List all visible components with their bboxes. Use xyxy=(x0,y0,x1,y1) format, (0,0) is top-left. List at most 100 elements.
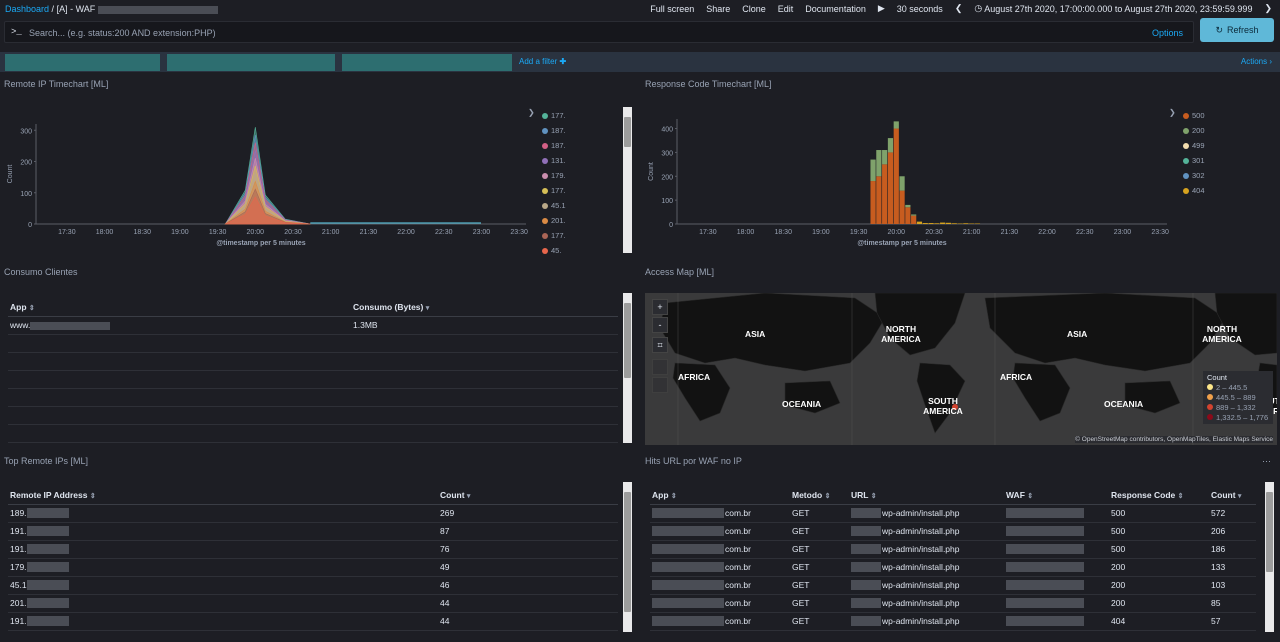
table-row: 179. 49 xyxy=(8,558,618,577)
legend-label: 201. xyxy=(551,216,566,225)
add-filter-button[interactable]: Add a filter ✚ xyxy=(519,57,566,66)
actions-menu[interactable]: Actions › xyxy=(1241,57,1272,66)
top-ips-scrollbar[interactable] xyxy=(623,482,632,632)
table-cell: 500 xyxy=(1109,540,1209,559)
consumo-panel-title: Consumo Clientes xyxy=(4,267,78,277)
table-cell: 269 xyxy=(438,504,618,523)
table-cell xyxy=(1004,522,1109,541)
response-code-panel-title: Response Code Timechart [ML] xyxy=(645,79,772,89)
hits-scrollbar[interactable] xyxy=(1265,482,1274,632)
legend-toggle-icon[interactable]: ❯ xyxy=(1169,108,1176,117)
x-tick-label: 23:30 xyxy=(1151,229,1169,236)
filter-pill[interactable] xyxy=(342,54,512,71)
column-header-remote-ip[interactable]: Remote IP Address ⇕ xyxy=(8,486,438,505)
column-header-response-code[interactable]: Response Code ⇕ xyxy=(1109,486,1209,505)
refresh-interval[interactable]: 30 seconds xyxy=(897,4,943,14)
share-link[interactable]: Share xyxy=(706,4,730,14)
legend-item[interactable]: 177. xyxy=(542,108,623,123)
edit-link[interactable]: Edit xyxy=(778,4,794,14)
legend-item[interactable]: 177. xyxy=(542,183,623,198)
fit-bounds-icon[interactable]: ⌗ xyxy=(652,337,668,353)
breadcrumb-dashboard-link[interactable]: Dashboard xyxy=(5,4,49,14)
column-header-app[interactable]: App ⇕ xyxy=(8,298,351,317)
table-cell: 572 xyxy=(1209,504,1256,523)
column-header-url[interactable]: URL ⇕ xyxy=(849,486,1004,505)
x-tick-label: 18:00 xyxy=(96,229,114,236)
chevron-right-icon[interactable]: ❯ xyxy=(1264,3,1272,14)
time-range[interactable]: August 27th 2020, 17:00:00.000 to August… xyxy=(984,4,1252,14)
x-tick-label: 19:30 xyxy=(850,229,868,236)
legend-item[interactable]: 187. xyxy=(542,138,623,153)
search-input[interactable]: >_ Search... (e.g. status:200 AND extens… xyxy=(4,21,1194,43)
legend-item[interactable]: 187. xyxy=(542,123,623,138)
legend-label: 177. xyxy=(551,186,566,195)
legend-item[interactable]: 177. xyxy=(542,228,623,243)
play-icon[interactable]: ▶ xyxy=(878,3,885,14)
legend-item[interactable]: 179. xyxy=(542,168,623,183)
legend-item[interactable]: 201. xyxy=(542,213,623,228)
column-header-consumo[interactable]: Consumo (Bytes) ▾ xyxy=(351,298,618,317)
refresh-button[interactable]: ↻ Refresh xyxy=(1200,18,1274,42)
legend-item[interactable]: 131. xyxy=(542,153,623,168)
column-header-metodo[interactable]: Metodo ⇕ xyxy=(790,486,849,505)
bar-200 xyxy=(870,159,876,182)
access-map[interactable]: ASIA NORTH AMERICA AFRICA OCEANIA SOUTH … xyxy=(645,293,1277,445)
column-header-count[interactable]: Count ▾ xyxy=(1209,486,1256,505)
map-label: OCEANIA xyxy=(1104,399,1144,409)
redacted-block xyxy=(851,544,881,555)
redacted-block xyxy=(652,580,724,591)
filter-pill[interactable] xyxy=(5,54,160,71)
map-label: SOUTH AMERICA xyxy=(923,396,963,416)
redacted-block xyxy=(1006,508,1084,519)
bar-500 xyxy=(911,215,917,224)
legend-label: 187. xyxy=(551,126,566,135)
legend-item[interactable]: 45.1 xyxy=(542,198,623,213)
y-tick-label: 100 xyxy=(661,198,673,205)
legend-item[interactable]: 45. xyxy=(542,243,623,258)
zoom-in-button[interactable]: + xyxy=(652,299,668,315)
legend-item[interactable]: 200 xyxy=(1183,123,1264,138)
filter-pill[interactable] xyxy=(167,54,335,71)
clone-link[interactable]: Clone xyxy=(742,4,766,14)
table-cell: wp-admin/install.php xyxy=(849,576,1004,595)
search-row: >_ Search... (e.g. status:200 AND extens… xyxy=(0,18,1280,46)
top-nav: Full screen Share Clone Edit Documentati… xyxy=(650,3,1272,14)
documentation-link[interactable]: Documentation xyxy=(805,4,866,14)
more-options-icon[interactable]: ⋯ xyxy=(1262,456,1271,467)
top-ips-panel-title: Top Remote IPs [ML] xyxy=(4,456,89,466)
bar-500 xyxy=(940,222,946,224)
legend-item[interactable]: 404 xyxy=(1183,183,1264,198)
table-cell xyxy=(1004,504,1109,523)
legend-toggle-icon[interactable]: ❯ xyxy=(528,108,535,117)
column-header-app[interactable]: App ⇕ xyxy=(650,486,790,505)
column-header-waf[interactable]: WAF ⇕ xyxy=(1004,486,1109,505)
options-button[interactable]: Options xyxy=(1152,28,1183,38)
chevron-left-icon[interactable]: ❮ xyxy=(955,3,963,14)
table-cell: com.br xyxy=(650,522,790,541)
fullscreen-link[interactable]: Full screen xyxy=(650,4,694,14)
legend-item[interactable]: 500 xyxy=(1183,108,1264,123)
legend-item[interactable]: 302 xyxy=(1183,168,1264,183)
bar-500 xyxy=(922,223,928,224)
table-row: com.br GET wp-admin/install.php 200 133 xyxy=(650,558,1256,577)
x-tick-label: 22:00 xyxy=(397,229,415,236)
bar-500 xyxy=(882,164,888,224)
zoom-out-button[interactable]: - xyxy=(652,317,668,333)
x-tick-label: 22:30 xyxy=(435,229,453,236)
redacted-block xyxy=(1006,526,1084,537)
legend-item[interactable]: 301 xyxy=(1183,153,1264,168)
table-cell: wp-admin/install.php xyxy=(849,594,1004,613)
table-cell: GET xyxy=(790,504,849,523)
column-header-count[interactable]: Count ▾ xyxy=(438,486,618,505)
table-cell: com.br xyxy=(650,576,790,595)
draw-polygon-icon[interactable] xyxy=(652,377,668,393)
draw-shape-icon[interactable] xyxy=(652,359,668,375)
legend-item[interactable]: 499 xyxy=(1183,138,1264,153)
table-row: com.br GET wp-admin/install.php 200 85 xyxy=(650,594,1256,613)
legend-scrollbar[interactable] xyxy=(623,107,632,253)
consumo-scrollbar[interactable] xyxy=(623,293,632,443)
map-label: NORTH AMERICA xyxy=(881,324,921,344)
legend-swatch xyxy=(542,112,548,119)
table-row: 45.1 46 xyxy=(8,576,618,595)
filter-bar: Add a filter ✚ Actions › xyxy=(0,52,1280,72)
